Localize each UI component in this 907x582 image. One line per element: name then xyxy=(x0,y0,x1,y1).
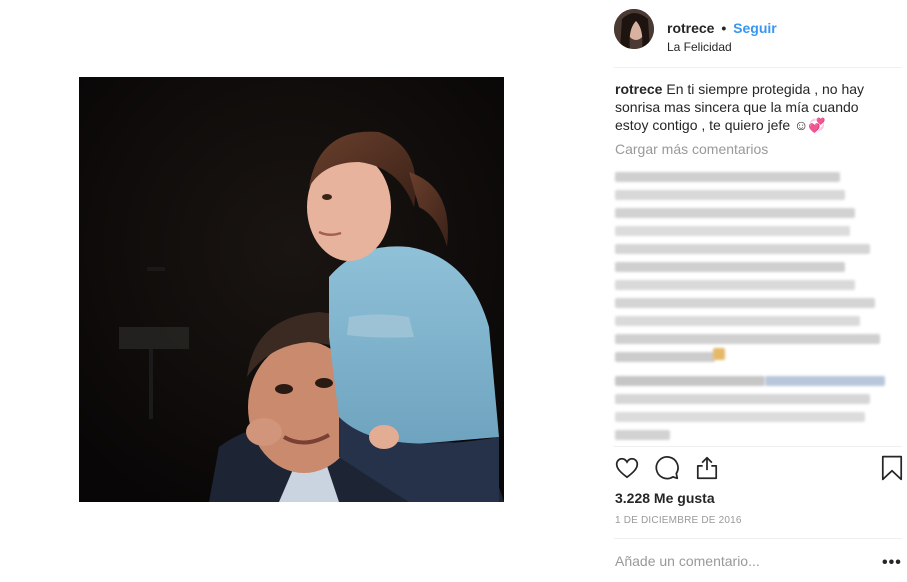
comment-input[interactable] xyxy=(615,553,865,569)
follow-button[interactable]: Seguir xyxy=(733,20,777,36)
post-header: rotrece • Seguir La Felicidad xyxy=(614,9,902,59)
share-icon[interactable] xyxy=(694,455,722,483)
username-link[interactable]: rotrece xyxy=(667,20,714,36)
caption-username[interactable]: rotrece xyxy=(615,81,662,97)
blurred-comments xyxy=(615,168,895,442)
caption: rotrece En ti siempre protegida , no hay… xyxy=(615,80,885,134)
bookmark-icon[interactable] xyxy=(880,455,907,483)
load-more-comments-button[interactable]: Cargar más comentarios xyxy=(615,141,768,157)
comment-bubble-icon[interactable] xyxy=(654,455,682,483)
actions-divider xyxy=(614,446,902,447)
location-link[interactable]: La Felicidad xyxy=(667,40,732,54)
avatar[interactable] xyxy=(614,9,654,49)
more-options-button[interactable]: ••• xyxy=(882,554,902,572)
separator-dot: • xyxy=(721,20,727,36)
likes-count[interactable]: 3.228 Me gusta xyxy=(615,490,715,506)
header-divider xyxy=(614,67,902,68)
post-date[interactable]: 1 DE DICIEMBRE DE 2016 xyxy=(615,515,742,526)
action-bar xyxy=(614,455,904,485)
header-line: rotrece • Seguir xyxy=(667,20,777,36)
post-photo[interactable] xyxy=(79,77,504,502)
comment-divider xyxy=(614,538,902,539)
heart-icon[interactable] xyxy=(614,455,642,483)
